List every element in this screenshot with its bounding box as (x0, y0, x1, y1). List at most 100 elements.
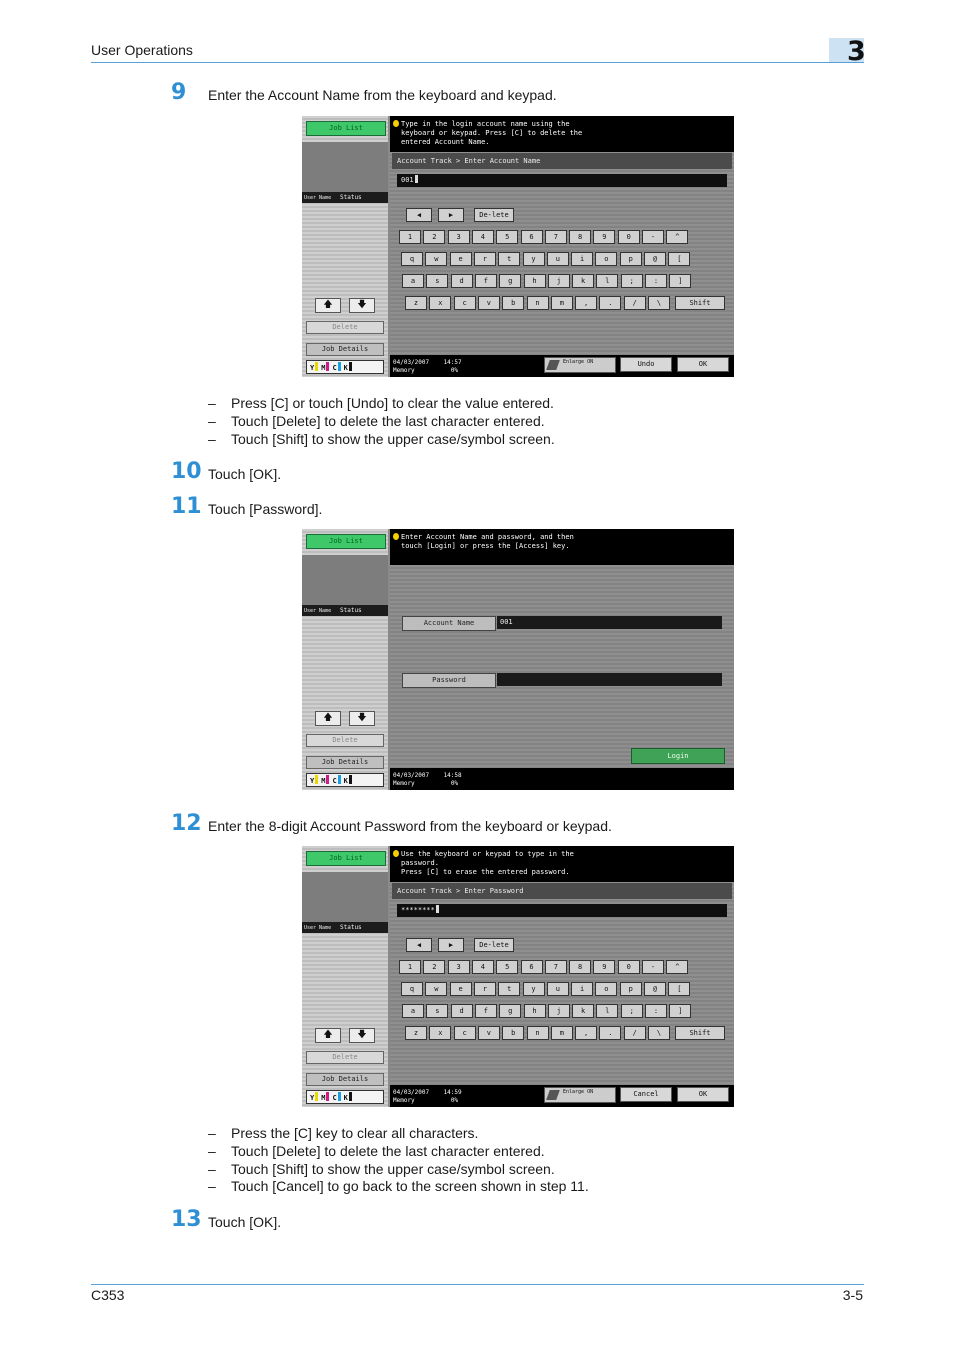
shift-key[interactable]: Shift (675, 296, 725, 310)
enlarge-button[interactable]: Enlarge ON (544, 1087, 616, 1103)
keyboard-key[interactable]: 0 (617, 960, 640, 974)
keyboard-key[interactable]: 2 (423, 960, 446, 974)
keyboard-key[interactable]: 9 (593, 960, 616, 974)
keyboard-key[interactable]: 3 (447, 230, 470, 244)
scroll-down-button[interactable]: 🡇 (349, 1028, 375, 1043)
keyboard-key[interactable]: 6 (520, 960, 543, 974)
keyboard-key[interactable]: 1 (399, 230, 421, 244)
keyboard-key[interactable]: d (450, 274, 473, 288)
job-details-button[interactable]: Job Details (306, 1073, 384, 1086)
scroll-down-button[interactable]: 🡇 (349, 711, 375, 726)
keyboard-key[interactable]: g (499, 274, 522, 288)
keyboard-key[interactable]: h (523, 274, 546, 288)
keyboard-key[interactable]: t (498, 252, 521, 266)
keyboard-key[interactable]: 5 (496, 230, 519, 244)
keyboard-key[interactable]: g (499, 1004, 522, 1018)
keyboard-key[interactable]: 9 (593, 230, 616, 244)
scroll-up-button[interactable]: 🡅 (315, 1028, 341, 1043)
keyboard-key[interactable]: k (572, 274, 595, 288)
keyboard-key[interactable]: i (571, 982, 594, 996)
keyboard-key[interactable]: v (477, 1026, 500, 1040)
keyboard-key[interactable]: . (599, 1026, 622, 1040)
job-details-button[interactable]: Job Details (306, 756, 384, 769)
keyboard-key[interactable]: ; (620, 1004, 643, 1018)
keyboard-key[interactable]: k (572, 1004, 595, 1018)
keyboard-key[interactable]: ; (620, 274, 643, 288)
keyboard-key[interactable]: 6 (520, 230, 543, 244)
shift-key[interactable]: Shift (675, 1026, 725, 1040)
keyboard-key[interactable]: r (473, 252, 496, 266)
keyboard-key[interactable]: q (401, 982, 423, 996)
keyboard-key[interactable]: @ (644, 982, 666, 996)
keyboard-key[interactable]: h (523, 1004, 546, 1018)
cursor-left-key[interactable]: ◀ (406, 938, 432, 952)
keyboard-key[interactable]: f (474, 1004, 497, 1018)
keyboard-key[interactable]: t (498, 982, 521, 996)
job-list-button[interactable]: Job List (306, 534, 386, 549)
keyboard-key[interactable]: o (595, 252, 618, 266)
keyboard-key[interactable]: e (449, 982, 472, 996)
keyboard-key[interactable]: \ (648, 1026, 670, 1040)
ok-button[interactable]: OK (677, 357, 729, 372)
keyboard-key[interactable]: x (429, 1026, 452, 1040)
keyboard-key[interactable]: f (474, 274, 497, 288)
keyboard-key[interactable]: 8 (569, 960, 592, 974)
delete-button[interactable]: Delete (306, 1051, 384, 1064)
keyboard-key[interactable]: a (402, 1004, 424, 1018)
keyboard-key[interactable]: , (575, 1026, 598, 1040)
keyboard-key[interactable]: b (502, 296, 525, 310)
keyboard-key[interactable]: u (546, 252, 569, 266)
keyboard-key[interactable]: u (546, 982, 569, 996)
keyboard-key[interactable]: b (502, 1026, 525, 1040)
keyboard-key[interactable]: e (449, 252, 472, 266)
keyboard-key[interactable]: r (473, 982, 496, 996)
keyboard-key[interactable]: y (522, 982, 545, 996)
keyboard-key[interactable]: j (547, 274, 570, 288)
keyboard-key[interactable]: y (522, 252, 545, 266)
keyboard-key[interactable]: - (642, 230, 664, 244)
keyboard-key[interactable]: : (645, 274, 667, 288)
keyboard-key[interactable]: 7 (544, 230, 567, 244)
keyboard-key[interactable]: , (575, 296, 598, 310)
keyboard-key[interactable]: : (645, 1004, 667, 1018)
keyboard-key[interactable]: n (526, 1026, 549, 1040)
keyboard-key[interactable]: n (526, 296, 549, 310)
keyboard-key[interactable]: . (599, 296, 622, 310)
keyboard-key[interactable]: 8 (569, 230, 592, 244)
job-list-button[interactable]: Job List (306, 121, 386, 136)
keyboard-key[interactable]: 2 (423, 230, 446, 244)
keyboard-key[interactable]: l (596, 1004, 619, 1018)
keyboard-key[interactable]: p (619, 252, 642, 266)
keyboard-key[interactable]: / (623, 296, 646, 310)
keyboard-key[interactable]: ] (669, 274, 692, 288)
keyboard-key[interactable]: @ (644, 252, 666, 266)
job-list-button[interactable]: Job List (306, 851, 386, 866)
cursor-right-key[interactable]: ▶ (438, 208, 464, 222)
job-details-button[interactable]: Job Details (306, 343, 384, 356)
keyboard-key[interactable]: m (550, 296, 573, 310)
keyboard-key[interactable]: ^ (666, 230, 689, 244)
keyboard-key[interactable]: [ (668, 982, 691, 996)
enlarge-button[interactable]: Enlarge ON (544, 357, 616, 373)
keyboard-key[interactable]: w (425, 252, 448, 266)
keyboard-key[interactable]: 7 (544, 960, 567, 974)
keyboard-key[interactable]: o (595, 982, 618, 996)
keyboard-key[interactable]: / (623, 1026, 646, 1040)
keyboard-key[interactable]: ] (669, 1004, 692, 1018)
keyboard-key[interactable]: x (429, 296, 452, 310)
account-name-field[interactable]: 001 (397, 174, 727, 187)
keyboard-key[interactable]: s (426, 274, 449, 288)
cursor-right-key[interactable]: ▶ (438, 938, 464, 952)
keyboard-key[interactable]: p (619, 982, 642, 996)
keyboard-key[interactable]: [ (668, 252, 691, 266)
password-button[interactable]: Password (402, 673, 496, 688)
scroll-up-button[interactable]: 🡅 (315, 298, 341, 313)
password-field[interactable]: ******** (397, 904, 727, 917)
keyboard-key[interactable]: s (426, 1004, 449, 1018)
delete-key[interactable]: De-lete (474, 938, 514, 952)
login-button[interactable]: Login (631, 748, 725, 764)
delete-button[interactable]: Delete (306, 734, 384, 747)
delete-button[interactable]: Delete (306, 321, 384, 334)
keyboard-key[interactable]: c (453, 296, 476, 310)
delete-key[interactable]: De-lete (474, 208, 514, 222)
